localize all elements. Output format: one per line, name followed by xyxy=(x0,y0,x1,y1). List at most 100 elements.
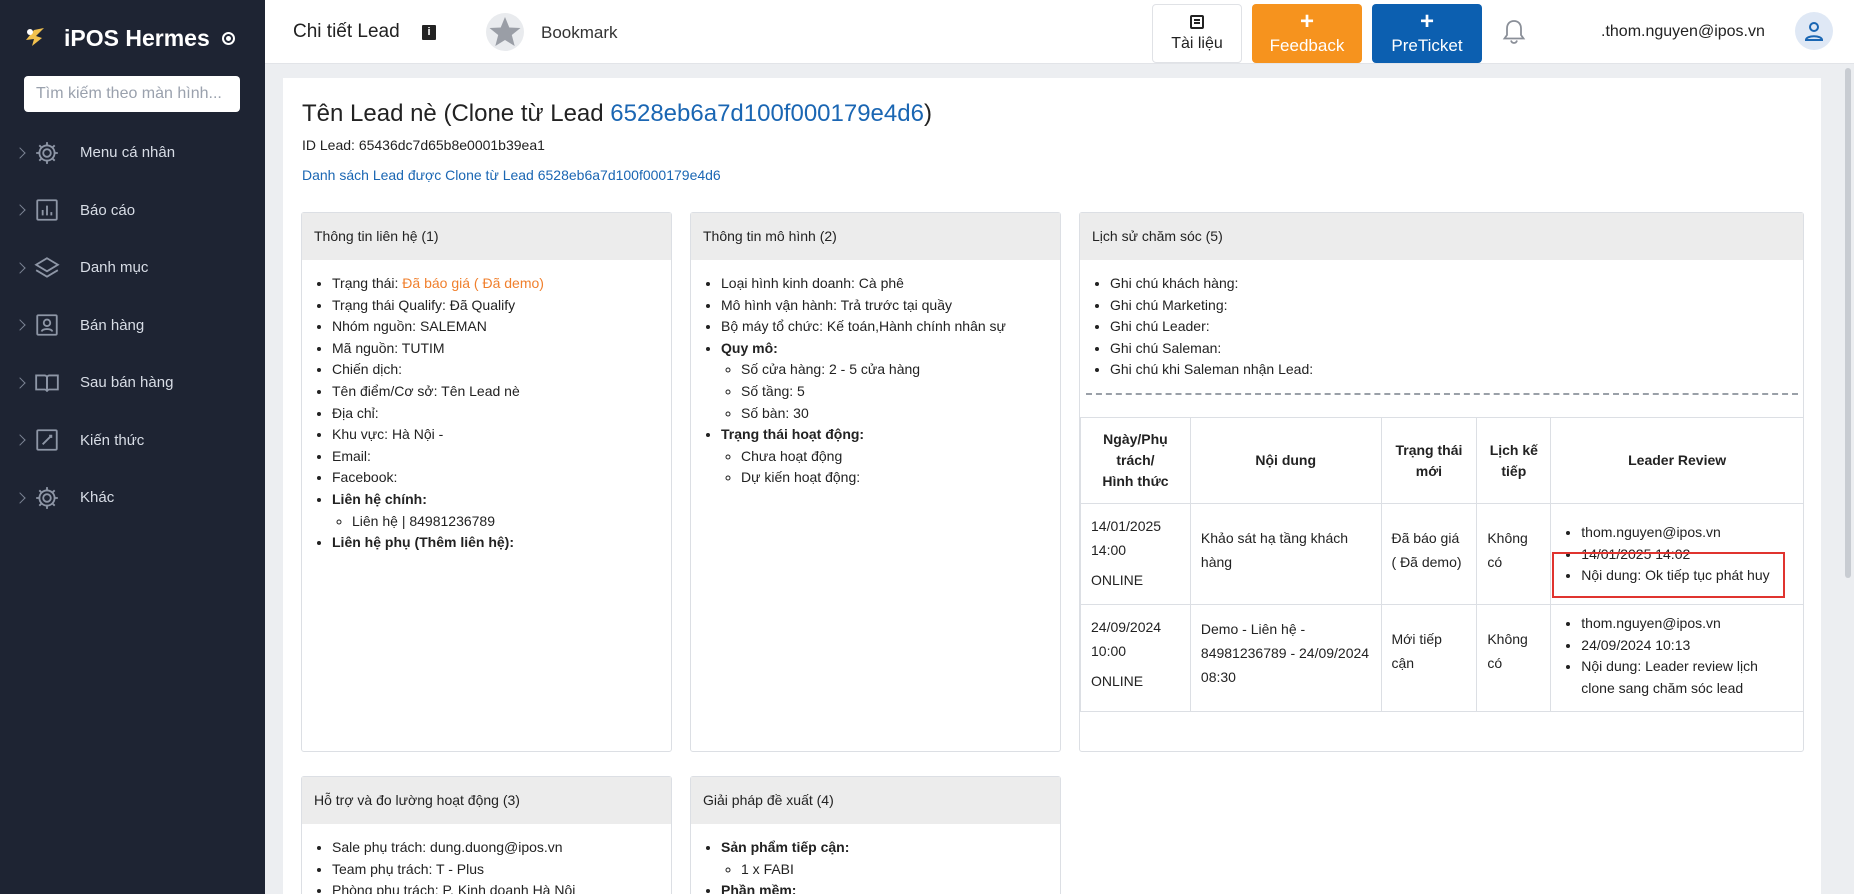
preticket-button-label: PreTicket xyxy=(1391,35,1463,55)
list-item: Phòng phụ trách: P. Kinh doanh Hà Nội xyxy=(332,880,671,894)
status-value: Đã báo giá ( Đã demo) xyxy=(402,275,544,291)
info-icon[interactable]: i xyxy=(422,25,436,40)
docs-button[interactable]: Tài liệu xyxy=(1152,4,1242,63)
method: ONLINE xyxy=(1091,673,1144,689)
feedback-button[interactable]: + Feedback xyxy=(1252,4,1362,63)
chevron-right-icon xyxy=(14,377,26,389)
column-header: Leader Review xyxy=(1550,417,1804,504)
book-icon xyxy=(34,370,60,396)
list-item: Số tầng: 5 xyxy=(741,381,1060,403)
clone-source-link[interactable]: 6528eb6a7d100f000179e4d6 xyxy=(610,100,924,127)
model-info-list: Loại hình kinh doanh: Cà phê Mô hình vận… xyxy=(691,273,1060,489)
preticket-button[interactable]: + PreTicket xyxy=(1372,4,1482,63)
chevron-right-icon xyxy=(14,319,26,331)
column-header-line: Hình thức xyxy=(1102,473,1169,489)
sidebar-item-label: Khác xyxy=(80,489,115,507)
care-history-card: Lịch sử chăm sóc (5) Ghi chú khách hàng:… xyxy=(1079,212,1804,752)
notes-list: Ghi chú khách hàng: Ghi chú Marketing: G… xyxy=(1080,273,1803,381)
table-row[interactable]: 24/09/2024 10:00 ONLINE Demo - Liên hệ - 8… xyxy=(1080,603,1804,713)
document-icon xyxy=(1190,14,1204,29)
sidebar-item-label: Kiến thức xyxy=(80,431,145,449)
cell-next: Không có xyxy=(1476,603,1552,713)
cell-date: 14/01/2025 14:00 ONLINE xyxy=(1080,503,1191,605)
clone-list-link[interactable]: Danh sách Lead được Clone từ Lead 6528eb… xyxy=(302,167,721,183)
card-header: Giải pháp đề xuất (4) xyxy=(691,777,1060,824)
list-item: Khu vực: Hà Nội - xyxy=(332,424,671,446)
column-header: Trạng thái mới xyxy=(1380,417,1478,504)
list-item: thom.nguyen@ipos.vn xyxy=(1581,522,1793,544)
user-icon xyxy=(1804,22,1824,41)
lead-id: ID Lead: 65436dc7d65b8e0001b39ea1 xyxy=(302,137,545,153)
sidebar-item-menu-ca-nhan[interactable]: Menu cá nhân xyxy=(0,124,265,182)
time: 14:00 xyxy=(1091,542,1127,558)
list-item: Tên điểm/Cơ sở: Tên Lead nè xyxy=(332,381,671,403)
radio-dot-icon xyxy=(221,31,235,45)
column-header-line: trách/ xyxy=(1116,452,1155,468)
list-item: 1 x FABI xyxy=(741,859,1060,881)
contact-info-list: Trạng thái: Đã báo giá ( Đã demo) Trạng … xyxy=(302,273,671,554)
business-model-card: Thông tin mô hình (2) Loại hình kinh doa… xyxy=(690,212,1061,752)
time: 10:00 xyxy=(1091,643,1127,659)
user-email[interactable]: .thom.nguyen@ipos.vn xyxy=(1601,23,1765,41)
list-item: thom.nguyen@ipos.vn xyxy=(1581,613,1793,635)
list-item: Sale phụ trách: dung.duong@ipos.vn xyxy=(332,837,671,859)
list-item: Liên hệ | 84981236789 xyxy=(352,511,671,533)
cell-status: Mới tiếp cận xyxy=(1380,603,1478,713)
column-header: Ngày/Phụ trách/Hình thức xyxy=(1080,417,1191,504)
list-item: Trạng thái hoạt động: Chưa hoạt động Dự … xyxy=(721,424,1060,489)
solution-card: Giải pháp đề xuất (4) Sản phẩm tiếp cận:… xyxy=(690,776,1061,894)
chevron-right-icon xyxy=(14,492,26,504)
bookmark-star-icon[interactable] xyxy=(485,12,525,52)
chevron-right-icon xyxy=(14,147,26,159)
bookmark-label[interactable]: Bookmark xyxy=(541,23,618,43)
scrollbar-thumb[interactable] xyxy=(1845,68,1851,578)
list-item: Địa chỉ: xyxy=(332,403,671,425)
chart-icon xyxy=(34,197,60,223)
chevron-right-icon xyxy=(14,434,26,446)
method: ONLINE xyxy=(1091,572,1144,588)
table-header-row: Ngày/Phụ trách/Hình thức Nội dung Trạng t… xyxy=(1080,417,1804,504)
sidebar-item-ban-hang[interactable]: Bán hàng xyxy=(0,297,265,355)
list-item: Nội dung: Leader review lịch clone sang … xyxy=(1581,656,1793,699)
list-item: Team phụ trách: T - Plus xyxy=(332,859,671,881)
main-contact-label: Liên hệ chính: xyxy=(332,490,427,507)
support-card: Hỗ trợ và đo lường hoạt động (3) Sale ph… xyxy=(301,776,672,894)
list-item: Sản phẩm tiếp cận: 1 x FABI xyxy=(721,837,1060,880)
sidebar-item-sau-ban-hang[interactable]: Sau bán hàng xyxy=(0,354,265,412)
scale-label: Quy mô: xyxy=(721,339,778,356)
cell-status: Đã báo giá ( Đã demo) xyxy=(1380,503,1478,605)
lead-title: Tên Lead nè (Clone từ Lead 6528eb6a7d100… xyxy=(302,100,932,128)
list-item: Mô hình vận hành: Trả trước tại quầy xyxy=(721,295,1060,317)
list-item: Ghi chú Leader: xyxy=(1110,316,1803,338)
sidebar-item-kien-thuc[interactable]: Kiến thức xyxy=(0,412,265,470)
sidebar-item-khac[interactable]: Khác xyxy=(0,469,265,527)
sidebar-menu: Menu cá nhân Báo cáo Danh mục Bán hàng S… xyxy=(0,124,265,527)
column-header-line: tiếp xyxy=(1501,462,1527,479)
sidebar-item-danh-muc[interactable]: Danh mục xyxy=(0,239,265,297)
list-item: Liên hệ chính: Liên hệ | 84981236789 xyxy=(332,489,671,532)
card-header: Hỗ trợ và đo lường hoạt động (3) xyxy=(302,777,671,824)
contact-info-card: Thông tin liên hệ (1) Trạng thái: Đã báo… xyxy=(301,212,672,752)
support-list: Sale phụ trách: dung.duong@ipos.vn Team … xyxy=(302,837,671,894)
sidebar-item-bao-cao[interactable]: Báo cáo xyxy=(0,182,265,240)
list-item: Số cửa hàng: 2 - 5 cửa hàng xyxy=(741,359,1060,381)
list-item: Số bàn: 30 xyxy=(741,403,1060,425)
docs-button-label: Tài liệu xyxy=(1171,34,1223,52)
list-item: Chưa hoạt động xyxy=(741,446,1060,468)
page-title: Chi tiết Lead xyxy=(293,21,400,42)
edit-icon xyxy=(34,427,60,453)
sidebar-item-label: Báo cáo xyxy=(80,201,136,219)
list-item: Ghi chú Marketing: xyxy=(1110,295,1803,317)
highlight-box xyxy=(1552,552,1785,598)
list-item: Facebook: xyxy=(332,467,671,489)
list-item: Email: xyxy=(332,446,671,468)
brand[interactable]: iPOS Hermes xyxy=(0,0,265,76)
bell-icon[interactable] xyxy=(1501,18,1527,46)
card-header: Thông tin liên hệ (1) xyxy=(302,213,671,260)
avatar[interactable] xyxy=(1795,12,1833,50)
add-sub-contact-link[interactable]: Liên hệ phụ (Thêm liên hệ): xyxy=(332,532,671,554)
contact-icon xyxy=(34,312,60,338)
status-label: Trạng thái: xyxy=(332,275,403,291)
list-item: Quy mô: Số cửa hàng: 2 - 5 cửa hàng Số t… xyxy=(721,338,1060,424)
sidebar-search-input[interactable] xyxy=(24,76,240,112)
